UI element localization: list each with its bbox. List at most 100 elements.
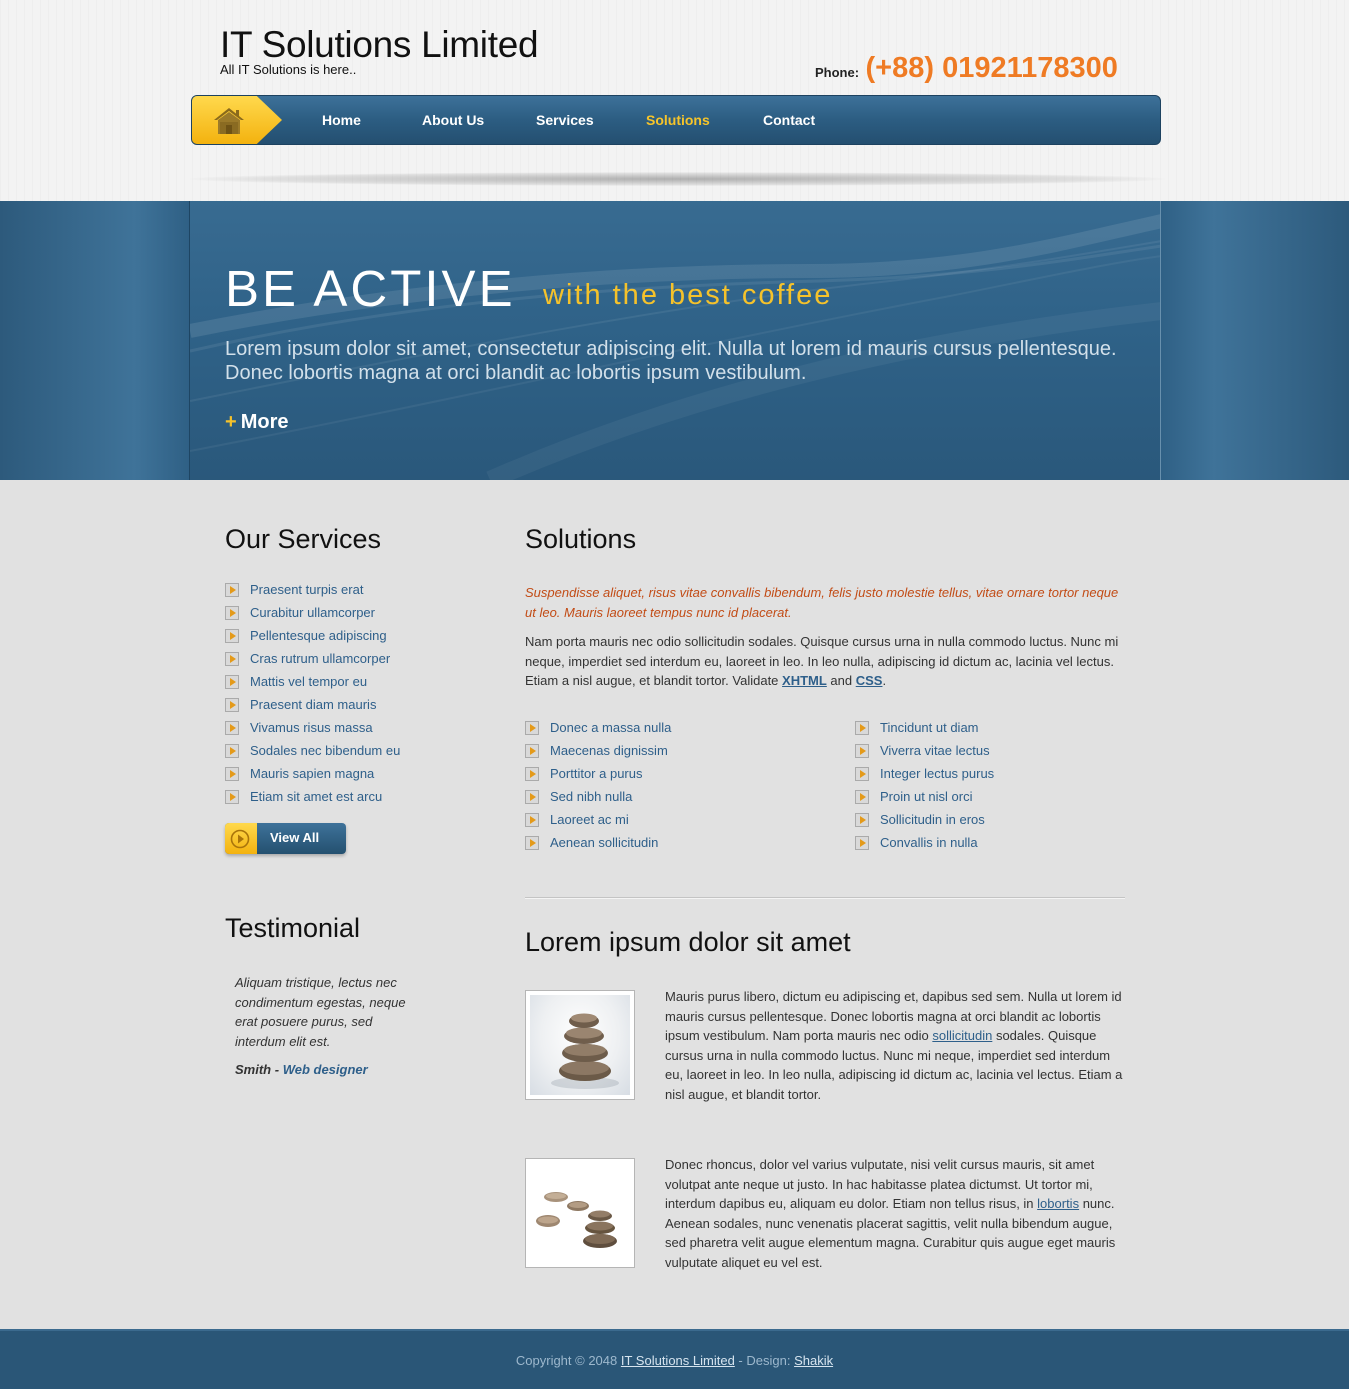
arrow-bullet-icon (525, 720, 539, 735)
plus-icon: + (225, 411, 237, 433)
stacked-stones-picture (530, 995, 630, 1095)
list-item[interactable]: Pellentesque adipiscing (225, 624, 400, 647)
nav-contact[interactable]: Contact (763, 112, 815, 128)
arrow-bullet-icon (225, 697, 239, 712)
services-item-label: Pellentesque adipiscing (250, 628, 387, 643)
services-item-label: Mattis vel tempor eu (250, 674, 368, 689)
testimonial-quote: Aliquam tristique, lectus nec condimentu… (235, 975, 406, 1049)
list-item[interactable]: Mattis vel tempor eu (225, 670, 400, 693)
list-item[interactable]: Curabitur ullamcorper (225, 601, 400, 624)
solutions-item-label: Sollicitudin in eros (880, 812, 985, 827)
author-name: Smith (235, 1062, 272, 1077)
nav-home-button[interactable] (192, 96, 282, 144)
arrow-bullet-icon (225, 605, 239, 620)
scattered-stones-picture (530, 1163, 630, 1263)
footer: Copyright © 2048 IT Solutions Limited - … (0, 1329, 1349, 1389)
list-item[interactable]: Tincidunt ut diam (855, 716, 994, 739)
hero-banner: BE ACTIVE with the best coffee Lorem ips… (0, 201, 1349, 480)
arrow-bullet-icon (855, 766, 869, 781)
para2-text-start: Donec rhoncus, dolor vel varius vulputat… (665, 1157, 1095, 1211)
arrow-bullet-icon (225, 582, 239, 597)
services-item-label: Vivamus risus massa (250, 720, 373, 735)
solutions-item-label: Sed nibh nulla (550, 789, 633, 804)
arrow-bullet-icon (225, 651, 239, 666)
author-separator: - (271, 1062, 283, 1077)
css-link[interactable]: CSS (856, 673, 883, 688)
site-title[interactable]: IT Solutions Limited (220, 24, 539, 66)
stones-scattered-icon (536, 1192, 617, 1248)
solutions-item-label: Laoreet ac mi (550, 812, 629, 827)
solutions-list-right: Tincidunt ut diam Viverra vitae lectus I… (855, 716, 994, 854)
solutions-item-label: Porttitor a purus (550, 766, 643, 781)
solutions-item-label: Donec a massa nulla (550, 720, 672, 735)
solutions-item-label: Maecenas dignissim (550, 743, 668, 758)
scattered-stones-image (525, 1158, 635, 1268)
arrow-bullet-icon (225, 766, 239, 781)
nav-solutions[interactable]: Solutions (646, 112, 710, 128)
list-item[interactable]: Etiam sit amet est arcu (225, 785, 400, 808)
view-all-button[interactable]: View All (225, 823, 346, 854)
list-item[interactable]: Praesent turpis erat (225, 578, 400, 601)
lorem-paragraph-2: Donec rhoncus, dolor vel varius vulputat… (665, 1155, 1125, 1272)
services-item-label: Mauris sapien magna (250, 766, 375, 781)
footer-site-link[interactable]: IT Solutions Limited (621, 1353, 735, 1368)
solutions-item-label: Viverra vitae lectus (880, 743, 990, 758)
list-item[interactable]: Vivamus risus massa (225, 716, 400, 739)
testimonial-author: Smith - Web designer (235, 1062, 368, 1077)
nav-services[interactable]: Services (536, 112, 594, 128)
stacked-stones-image (525, 990, 635, 1100)
banner-more-link[interactable]: + More (225, 411, 288, 434)
arrow-bullet-icon (225, 743, 239, 758)
section-divider (525, 897, 1125, 899)
arrow-bullet-icon (855, 835, 869, 850)
list-item[interactable]: Convallis in nulla (855, 831, 994, 854)
nav-home[interactable]: Home (322, 112, 361, 128)
services-item-label: Praesent diam mauris (250, 697, 377, 712)
list-item[interactable]: Maecenas dignissim (525, 739, 671, 762)
list-item[interactable]: Sed nibh nulla (525, 785, 671, 808)
phone-info: Phone: (+88) 01921178300 (815, 52, 1118, 85)
main-nav: Home About Us Services Solutions Contact (191, 95, 1161, 145)
list-item[interactable]: Viverra vitae lectus (855, 739, 994, 762)
list-item[interactable]: Proin ut nisl orci (855, 785, 994, 808)
solutions-item-label: Convallis in nulla (880, 835, 978, 850)
list-item[interactable]: Porttitor a purus (525, 762, 671, 785)
arrow-bullet-icon (525, 812, 539, 827)
solutions-item-label: Proin ut nisl orci (880, 789, 973, 804)
list-item[interactable]: Aenean sollicitudin (525, 831, 671, 854)
list-item[interactable]: Laoreet ac mi (525, 808, 671, 831)
arrow-bullet-icon (225, 628, 239, 643)
list-item[interactable]: Mauris sapien magna (225, 762, 400, 785)
view-all-icon-bg (225, 823, 257, 854)
copyright-text: Copyright © 2048 (515, 1353, 621, 1368)
lorem-title: Lorem ipsum dolor sit amet (525, 927, 851, 957)
house-icon (214, 108, 244, 134)
author-role: Web designer (282, 1062, 368, 1077)
solutions-item-label: Tincidunt ut diam (880, 720, 979, 735)
xhtml-link[interactable]: XHTML (782, 673, 827, 688)
solutions-item-label: Aenean sollicitudin (550, 835, 659, 850)
nav-about-us[interactable]: About Us (422, 112, 484, 128)
list-item[interactable]: Integer lectus purus (855, 762, 994, 785)
arrow-bullet-icon (225, 720, 239, 735)
solutions-intro: Suspendisse aliquet, risus vitae convall… (525, 585, 1119, 620)
arrow-bullet-icon (525, 766, 539, 781)
list-item[interactable]: Sodales nec bibendum eu (225, 739, 400, 762)
list-item[interactable]: Sollicitudin in eros (855, 808, 994, 831)
list-item[interactable]: Cras rutrum ullamcorper (225, 647, 400, 670)
footer-designer-link[interactable]: Shakik (794, 1353, 833, 1368)
services-item-label: Etiam sit amet est arcu (250, 789, 383, 804)
banner-text: Lorem ipsum dolor sit amet, consectetur … (225, 338, 1117, 384)
list-item[interactable]: Donec a massa nulla (525, 716, 671, 739)
design-label: - Design: (734, 1353, 795, 1368)
services-item-label: Cras rutrum ullamcorper (250, 651, 391, 666)
view-all-label: View All (270, 830, 320, 845)
banner-subtitle: with the best coffee (543, 279, 833, 311)
sollicitudin-link[interactable]: sollicitudin (932, 1028, 992, 1043)
arrow-bullet-icon (225, 789, 239, 804)
header: IT Solutions Limited All IT Solutions is… (0, 0, 1349, 201)
solutions-body-end: . (882, 673, 887, 688)
lobortis-link[interactable]: lobortis (1037, 1196, 1079, 1211)
solutions-title: Solutions (525, 524, 637, 554)
list-item[interactable]: Praesent diam mauris (225, 693, 400, 716)
